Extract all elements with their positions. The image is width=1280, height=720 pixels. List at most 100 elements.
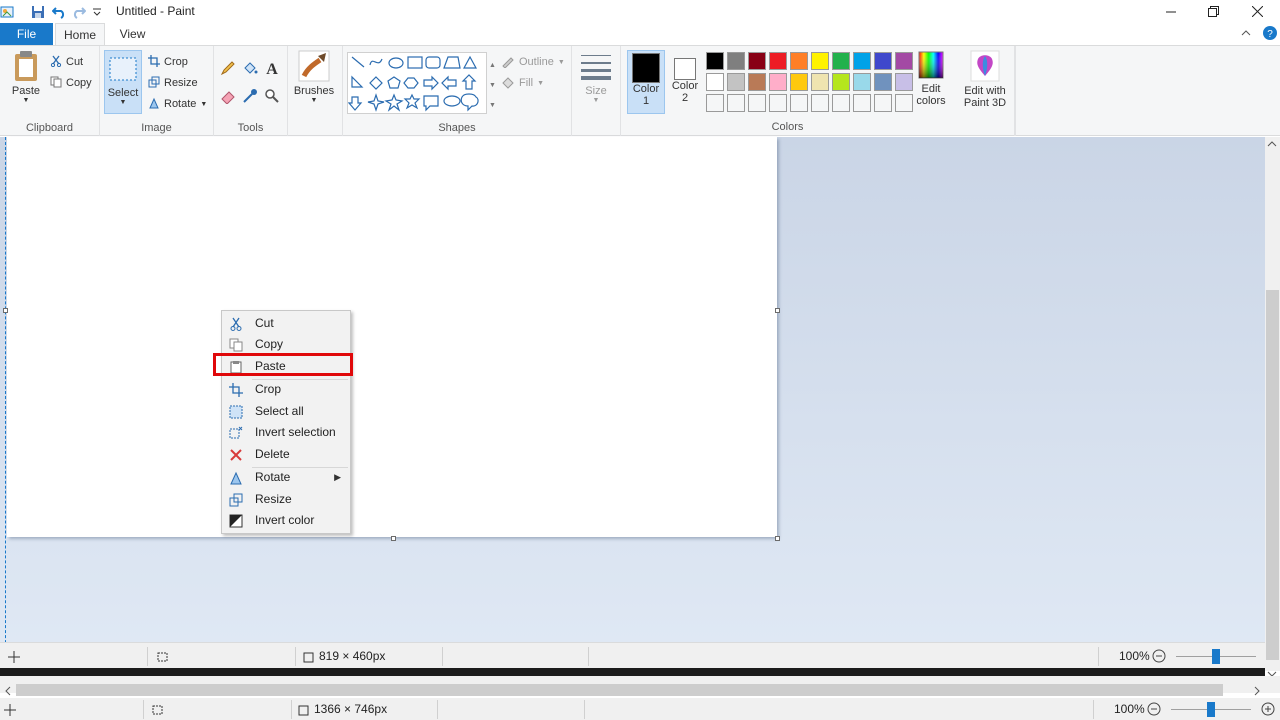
palette-swatch[interactable] [769,52,787,70]
selection-size-icon [156,643,168,670]
palette-swatch[interactable] [853,73,871,91]
menu-item-invert-selection[interactable]: Invert selection [224,422,349,443]
vertical-scroll-thumb[interactable] [1266,290,1279,660]
menu-item-copy[interactable]: Copy [224,334,349,355]
shapes-gallery[interactable] [347,52,487,114]
undo-icon[interactable] [52,4,66,20]
fill-bucket-icon[interactable] [242,60,258,79]
scroll-left-icon[interactable] [4,685,12,699]
close-icon[interactable] [1234,0,1280,23]
palette-swatch[interactable] [874,73,892,91]
outer-zoom-level: 100% [1114,702,1145,716]
outer-zoom-out-icon[interactable] [1147,702,1161,716]
menu-item-cut[interactable]: Cut [224,313,349,334]
palette-swatch[interactable] [748,52,766,70]
palette-swatch[interactable] [727,52,745,70]
selection-handle-left[interactable] [3,308,8,313]
palette-swatch[interactable] [706,73,724,91]
menu-item-crop[interactable]: Crop [224,379,349,400]
redo-icon[interactable] [72,4,86,20]
help-icon[interactable]: ? [1263,26,1277,43]
eraser-icon[interactable] [220,88,236,107]
zoom-out-icon[interactable] [1152,649,1166,663]
copy-icon [50,76,62,91]
menu-item-delete[interactable]: Delete [224,444,349,465]
palette-swatch[interactable] [853,52,871,70]
scroll-up-icon[interactable] [1267,140,1277,151]
size-button[interactable]: Size ▼ [578,52,614,104]
rotate-button[interactable]: Rotate ▼ [148,94,207,114]
edit-with-paint3d-button[interactable]: Edit with Paint 3D [958,50,1012,109]
outer-zoom-in-icon[interactable] [1261,702,1275,716]
tools-group: A Tools [214,46,288,136]
zoom-level: 100% [1119,649,1150,663]
save-icon[interactable] [31,4,45,20]
palette-swatch[interactable] [769,73,787,91]
app-icon[interactable] [0,4,14,20]
brushes-button[interactable]: Brushes ▼ [292,50,336,104]
crop-icon [148,54,160,70]
resize-handle-right[interactable] [775,308,780,313]
tab-home[interactable]: Home [55,23,105,45]
palette-swatch[interactable] [727,73,745,91]
outline-button[interactable]: Outline ▼ [501,52,565,72]
palette-swatch[interactable] [895,73,913,91]
palette-swatch[interactable] [727,94,745,112]
color2-button[interactable]: Color 2 [667,50,703,104]
tab-view[interactable]: View [110,23,155,45]
outer-zoom-slider-thumb[interactable] [1207,702,1215,717]
color-picker-icon[interactable] [242,88,258,107]
pencil-icon[interactable] [220,60,236,79]
palette-swatch[interactable] [832,94,850,112]
rotate-label: Rotate [164,98,197,110]
palette-swatch[interactable] [790,52,808,70]
color1-button[interactable]: Color 1 [627,50,665,114]
magnifier-icon[interactable] [264,88,280,107]
menu-item-rotate[interactable]: Rotate ▶ [224,467,349,488]
palette-swatch[interactable] [874,94,892,112]
outer-selection-size-icon [151,698,163,720]
horizontal-scroll-thumb[interactable] [16,684,1223,696]
cut-button[interactable]: Cut [50,52,83,72]
palette-swatch[interactable] [748,73,766,91]
minimize-icon[interactable] [1148,0,1194,23]
customize-quick-access-icon[interactable] [92,4,102,20]
status-separator [295,647,296,666]
palette-swatch[interactable] [748,94,766,112]
palette-swatch[interactable] [895,94,913,112]
drawing-canvas[interactable] [7,137,777,537]
text-icon[interactable]: A [264,60,280,79]
resize-handle-bottom[interactable] [391,536,396,541]
palette-swatch[interactable] [832,73,850,91]
ribbon: Paste ▼ Cut Copy Clipboard Select ▼ Crop… [0,45,1280,136]
tab-file[interactable]: File [0,23,53,45]
palette-swatch[interactable] [790,94,808,112]
palette-swatch[interactable] [790,73,808,91]
paste-button[interactable]: Paste ▼ [6,50,46,104]
resize-handle-corner[interactable] [775,536,780,541]
palette-swatch[interactable] [811,73,829,91]
collapse-ribbon-icon[interactable] [1240,27,1252,41]
select-button[interactable]: Select ▼ [104,50,142,114]
palette-swatch[interactable] [811,52,829,70]
scroll-right-icon[interactable] [1253,685,1261,699]
palette-swatch[interactable] [706,94,724,112]
palette-swatch[interactable] [769,94,787,112]
palette-swatch[interactable] [811,94,829,112]
palette-swatch[interactable] [706,52,724,70]
fill-button[interactable]: Fill ▼ [501,73,544,93]
menu-item-resize[interactable]: Resize [224,489,349,510]
resize-button[interactable]: Resize [148,73,198,93]
zoom-slider-thumb[interactable] [1212,649,1220,664]
copy-button[interactable]: Copy [50,73,92,93]
edit-colors-button[interactable]: Edit colors [913,50,949,107]
restore-icon[interactable] [1190,0,1236,23]
crop-button[interactable]: Crop [148,52,188,72]
shapes-scroll-icon[interactable]: ▲ ▼ ▼ [489,56,496,116]
palette-swatch[interactable] [832,52,850,70]
menu-item-select-all[interactable]: Select all [224,401,349,422]
palette-swatch[interactable] [874,52,892,70]
menu-item-invert-color[interactable]: Invert color [224,510,349,531]
palette-swatch[interactable] [895,52,913,70]
palette-swatch[interactable] [853,94,871,112]
